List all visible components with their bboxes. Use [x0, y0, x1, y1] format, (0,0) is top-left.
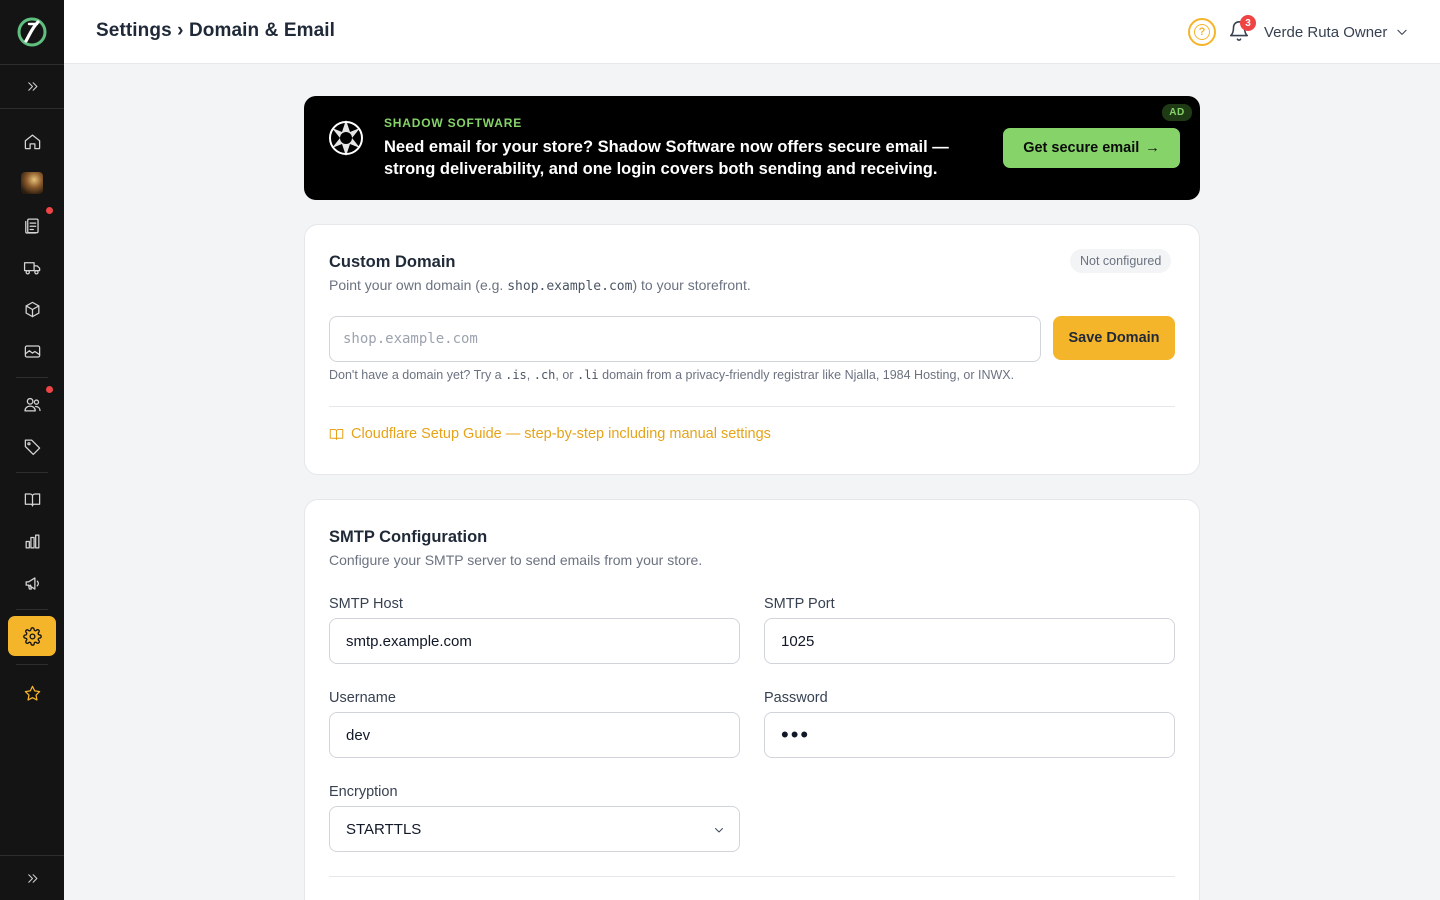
arrow-right-icon: →: [1145, 140, 1160, 156]
notification-count-badge: 3: [1240, 15, 1256, 31]
username-label: Username: [329, 690, 396, 706]
breadcrumb-settings[interactable]: Settings: [96, 20, 172, 41]
book-icon[interactable]: [20, 487, 44, 511]
domain-hint: Don't have a domain yet? Try a .is, .ch,…: [329, 368, 1014, 382]
help-icon[interactable]: ?: [1188, 18, 1216, 46]
orders-icon[interactable]: [20, 213, 44, 237]
help-glyph: ?: [1194, 24, 1210, 40]
home-icon[interactable]: [20, 129, 44, 153]
hint-tld-is: .is: [505, 368, 527, 382]
hint-prefix: Don't have a domain yet? Try a: [329, 368, 506, 382]
tag-icon[interactable]: [20, 434, 44, 458]
breadcrumb-separator: ›: [177, 20, 184, 41]
smtp-host-input[interactable]: [329, 618, 740, 664]
ad-message: Need email for your store? Shadow Softwa…: [384, 138, 949, 178]
analytics-chart-icon[interactable]: [20, 529, 44, 553]
cloudflare-guide-link[interactable]: Cloudflare Setup Guide — step-by-step in…: [329, 426, 771, 442]
hint-tld-li: .li: [576, 368, 599, 382]
sidebar-divider: [16, 609, 48, 610]
hint-tld-ch: .ch: [533, 368, 556, 382]
ad-banner: SHADOW SOFTWARE Need email for your stor…: [304, 96, 1200, 200]
ad-badge: AD: [1162, 104, 1192, 121]
chevron-down-icon: [715, 828, 723, 833]
smtp-title: SMTP Configuration: [329, 528, 488, 546]
collapse-icon[interactable]: [20, 866, 44, 890]
store-avatar[interactable]: [21, 172, 43, 194]
custom-domain-title: Custom Domain: [329, 253, 456, 271]
encryption-label: Encryption: [329, 784, 398, 800]
page-title: Settings › Domain & Email: [96, 20, 335, 42]
customers-notification-dot: [46, 386, 53, 393]
hint-sep-2: , or: [555, 368, 577, 382]
customers-icon[interactable]: [20, 392, 44, 416]
sidebar-divider: [16, 472, 48, 473]
sidebar-divider: [0, 64, 64, 65]
desc-example: shop.example.com: [507, 279, 633, 294]
domain-input[interactable]: [329, 316, 1041, 362]
password-label: Password: [764, 690, 828, 706]
top-header: Settings › Domain & Email ? 3 Verde Ruta…: [64, 0, 1440, 64]
star-icon[interactable]: [20, 681, 44, 705]
marketing-megaphone-icon[interactable]: [20, 571, 44, 595]
desc-prefix: Point your own domain (e.g.: [329, 277, 508, 293]
card-divider: [329, 876, 1175, 877]
app-logo-icon[interactable]: [16, 16, 48, 48]
user-name: Verde Ruta Owner: [1264, 23, 1388, 41]
sidebar-divider: [16, 664, 48, 665]
sidebar-divider: [16, 377, 48, 378]
shipping-truck-icon[interactable]: [20, 255, 44, 279]
username-input[interactable]: [329, 712, 740, 758]
sidebar-divider: [0, 108, 64, 109]
domain-status-badge: Not configured: [1070, 249, 1172, 273]
cloudflare-guide-label: Cloudflare Setup Guide — step-by-step in…: [351, 426, 771, 442]
chevron-down-icon: [1397, 29, 1408, 35]
smtp-configuration-card: SMTP Configuration Configure your SMTP s…: [304, 499, 1200, 900]
hint-suffix: domain from a privacy-friendly registrar…: [598, 368, 1015, 382]
orders-notification-dot: [46, 207, 53, 214]
card-divider: [329, 406, 1175, 407]
custom-domain-description: Point your own domain (e.g. shop.example…: [329, 277, 751, 294]
settings-gear-icon[interactable]: [8, 616, 56, 656]
ad-cta-label: Get secure email: [1023, 140, 1140, 156]
smtp-port-input[interactable]: [764, 618, 1175, 664]
password-input[interactable]: [764, 712, 1175, 758]
custom-domain-card: Custom Domain Point your own domain (e.g…: [304, 224, 1200, 475]
products-box-icon[interactable]: [20, 297, 44, 321]
media-image-icon[interactable]: [20, 339, 44, 363]
expand-icon[interactable]: [20, 74, 44, 98]
sidebar: [0, 0, 64, 900]
smtp-description: Configure your SMTP server to send email…: [329, 552, 703, 568]
shadow-software-logo-icon: [329, 120, 363, 156]
breadcrumb-current: Domain & Email: [188, 20, 336, 41]
book-open-icon: [329, 428, 344, 440]
smtp-host-label: SMTP Host: [329, 596, 403, 612]
desc-suffix: ) to your storefront.: [632, 277, 751, 293]
get-secure-email-button[interactable]: Get secure email →: [1003, 128, 1180, 168]
user-menu[interactable]: Verde Ruta Owner: [1264, 22, 1409, 42]
encryption-select[interactable]: STARTTLS: [329, 806, 740, 852]
sidebar-divider: [0, 855, 64, 856]
hint-sep-1: ,: [526, 368, 534, 382]
encryption-value: STARTTLS: [346, 820, 422, 838]
ad-brand: SHADOW SOFTWARE: [384, 116, 522, 130]
smtp-port-label: SMTP Port: [764, 596, 835, 612]
save-domain-button[interactable]: Save Domain: [1053, 316, 1175, 360]
